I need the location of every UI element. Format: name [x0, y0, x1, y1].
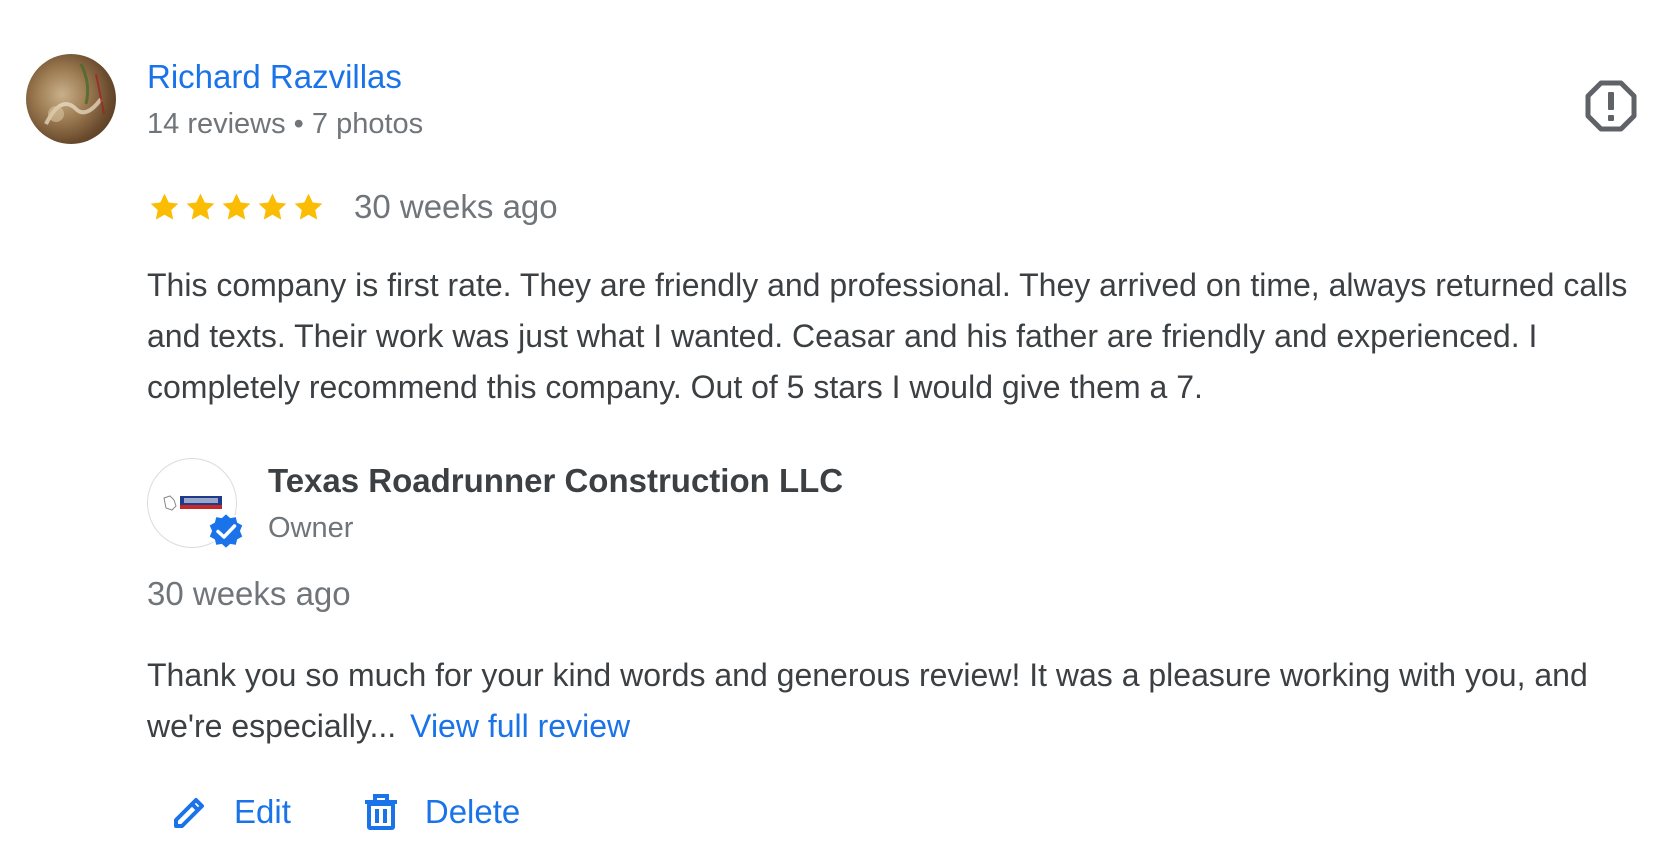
- star-icon: [258, 193, 287, 220]
- edit-button[interactable]: Edit: [170, 792, 291, 832]
- star-rating: [147, 190, 326, 225]
- reviewer-meta: 14 reviews • 7 photos: [147, 108, 424, 140]
- rating-row: 30 weeks ago: [147, 186, 558, 228]
- verified-badge-icon: [207, 511, 245, 551]
- view-full-review-link[interactable]: View full review: [410, 708, 630, 744]
- review-date: 30 weeks ago: [354, 188, 558, 225]
- avatar-photo: [44, 63, 105, 125]
- star-icon: [294, 193, 323, 220]
- response-date: 30 weeks ago: [147, 575, 351, 612]
- star-icon: [186, 193, 215, 220]
- pencil-icon: [174, 798, 204, 828]
- reviewer-avatar[interactable]: [26, 54, 116, 144]
- edit-label: Edit: [234, 793, 291, 830]
- response-text: Thank you so much for your kind words an…: [147, 657, 1588, 744]
- owner-response: Thank you so much for your kind words an…: [147, 650, 1667, 752]
- star-icon: [222, 193, 251, 220]
- star-icon: [150, 193, 179, 220]
- review-text: This company is first rate. They are fri…: [147, 267, 1628, 405]
- delete-button[interactable]: Delete: [361, 792, 520, 832]
- trash-icon: [364, 794, 397, 830]
- action-row: Edit Delete: [170, 792, 520, 832]
- owner-business-name[interactable]: Texas Roadrunner Construction LLC: [268, 462, 843, 500]
- reviewer-name[interactable]: Richard Razvillas: [147, 58, 402, 96]
- report-icon: [1585, 80, 1637, 132]
- owner-role: Owner: [268, 512, 354, 544]
- verified-badge: [206, 511, 246, 551]
- report-button[interactable]: [1585, 80, 1637, 132]
- delete-label: Delete: [424, 793, 521, 830]
